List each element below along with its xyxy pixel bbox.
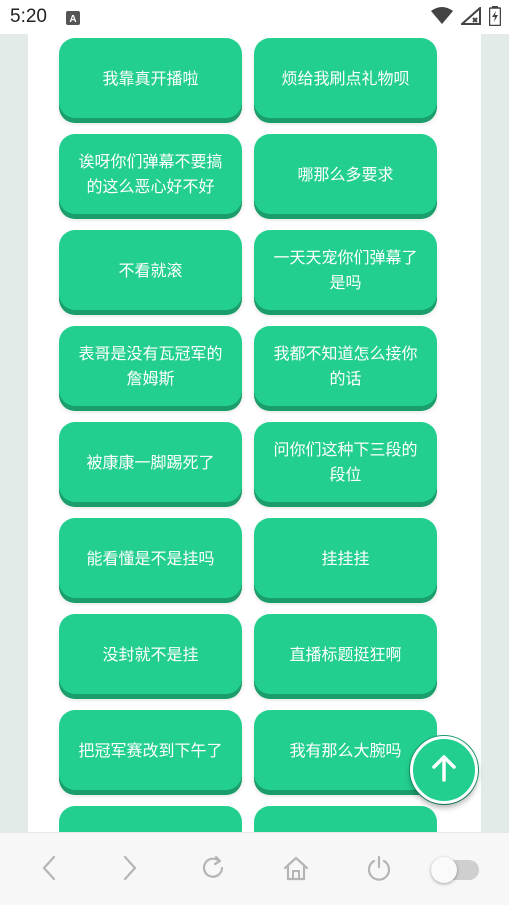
status-time: 5:20 <box>10 6 47 27</box>
phrase-button[interactable]: 我都不知道怎么接你的话 <box>254 326 437 406</box>
phrase-button[interactable]: 表哥是没有瓦冠军的詹姆斯 <box>59 326 242 406</box>
phrase-button[interactable]: 能看懂是不是挂吗 <box>59 518 242 598</box>
status-bar: 5:20 A <box>0 0 509 34</box>
phrase-button[interactable]: 问你们这种下三段的段位 <box>254 422 437 502</box>
phrase-button[interactable]: 我靠真开播啦 <box>59 38 242 118</box>
phrase-button[interactable]: 挂挂挂 <box>254 518 437 598</box>
phrase-list: 我靠真开播啦 烦给我刷点礼物呗 诶呀你们弹幕不要搞的这么恶心好不好 哪那么多要求… <box>28 34 481 832</box>
phrase-button-partial[interactable] <box>59 806 242 832</box>
power-icon <box>365 854 393 886</box>
refresh-icon <box>199 854 227 886</box>
phrase-button[interactable]: 没封就不是挂 <box>59 614 242 694</box>
back-icon <box>39 854 59 886</box>
phrase-button[interactable]: 烦给我刷点礼物呗 <box>254 38 437 118</box>
arrow-up-icon <box>430 753 458 787</box>
phrase-button[interactable]: 一天天宠你们弹幕了是吗 <box>254 230 437 310</box>
refresh-button[interactable] <box>196 853 230 887</box>
home-button[interactable] <box>279 853 313 887</box>
notification-icon: A <box>66 10 80 29</box>
phrase-button[interactable]: 不看就滚 <box>59 230 242 310</box>
battery-icon <box>488 6 502 30</box>
power-button[interactable] <box>362 853 396 887</box>
scroll-top-button[interactable] <box>410 736 478 804</box>
phrase-button[interactable]: 哪那么多要求 <box>254 134 437 214</box>
forward-button[interactable] <box>113 853 147 887</box>
phrase-button-partial[interactable] <box>254 806 437 832</box>
back-button[interactable] <box>32 853 66 887</box>
forward-icon <box>120 854 140 886</box>
browser-toolbar <box>0 832 509 905</box>
toggle-knob <box>431 857 457 883</box>
signal-icon <box>459 5 481 29</box>
phrase-button[interactable]: 诶呀你们弹幕不要搞的这么恶心好不好 <box>59 134 242 214</box>
home-icon <box>282 854 310 886</box>
phrase-button[interactable]: 直播标题挺狂啊 <box>254 614 437 694</box>
phrase-button[interactable]: 我有那么大腕吗 <box>254 710 437 790</box>
wifi-icon <box>431 7 453 29</box>
phrase-button[interactable]: 把冠军赛改到下午了 <box>59 710 242 790</box>
phrase-button[interactable]: 被康康一脚踢死了 <box>59 422 242 502</box>
notification-badge-text: A <box>69 14 76 25</box>
mode-toggle[interactable] <box>431 857 479 883</box>
